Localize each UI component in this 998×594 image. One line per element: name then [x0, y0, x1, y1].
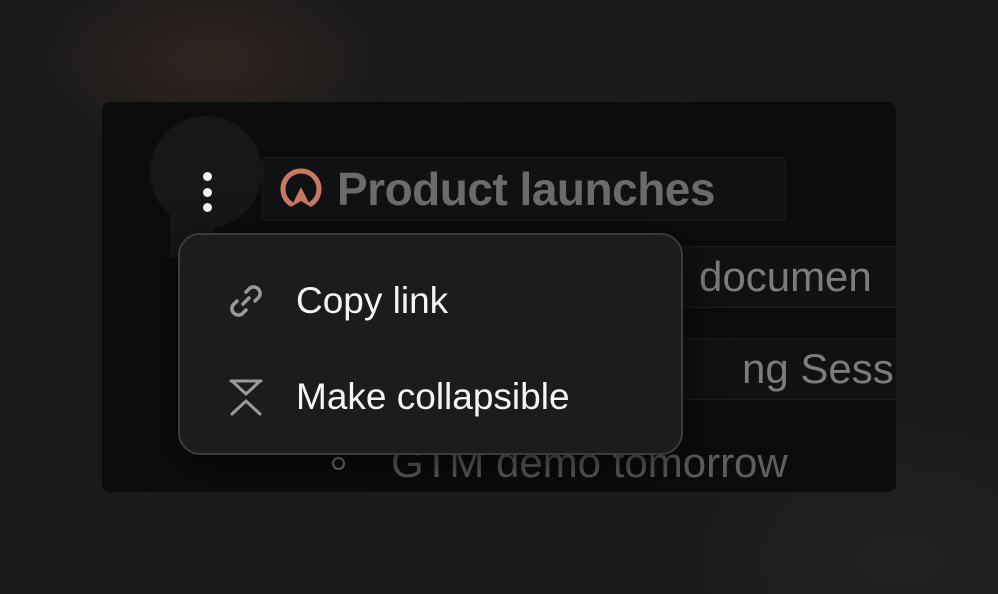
- bullet-icon: [332, 456, 345, 470]
- collapse-icon: [229, 379, 263, 416]
- list-item-text: documen: [699, 253, 872, 300]
- list-item[interactable]: documen: [672, 246, 896, 308]
- heading-title: Product launches: [337, 163, 715, 215]
- copy-link-menu-item[interactable]: Copy link: [180, 265, 681, 337]
- link-icon: [230, 285, 262, 317]
- make-collapsible-menu-item[interactable]: Make collapsible: [180, 361, 681, 433]
- more-vertical-icon: [202, 172, 212, 181]
- more-vertical-icon-dot: [202, 187, 212, 197]
- block-options-button[interactable]: [196, 170, 218, 214]
- rocket-launch-icon: [280, 168, 322, 207]
- menu-item-label: Make collapsible: [296, 376, 570, 417]
- more-vertical-icon-dot: [202, 203, 212, 212]
- block-context-menu: Copy link Make collapsible: [178, 233, 683, 455]
- list-item-text: ng Session: [742, 345, 896, 392]
- block-heading[interactable]: Product launches: [262, 157, 786, 221]
- menu-item-label: Copy link: [296, 280, 449, 321]
- list-item[interactable]: ng Session: [672, 338, 896, 400]
